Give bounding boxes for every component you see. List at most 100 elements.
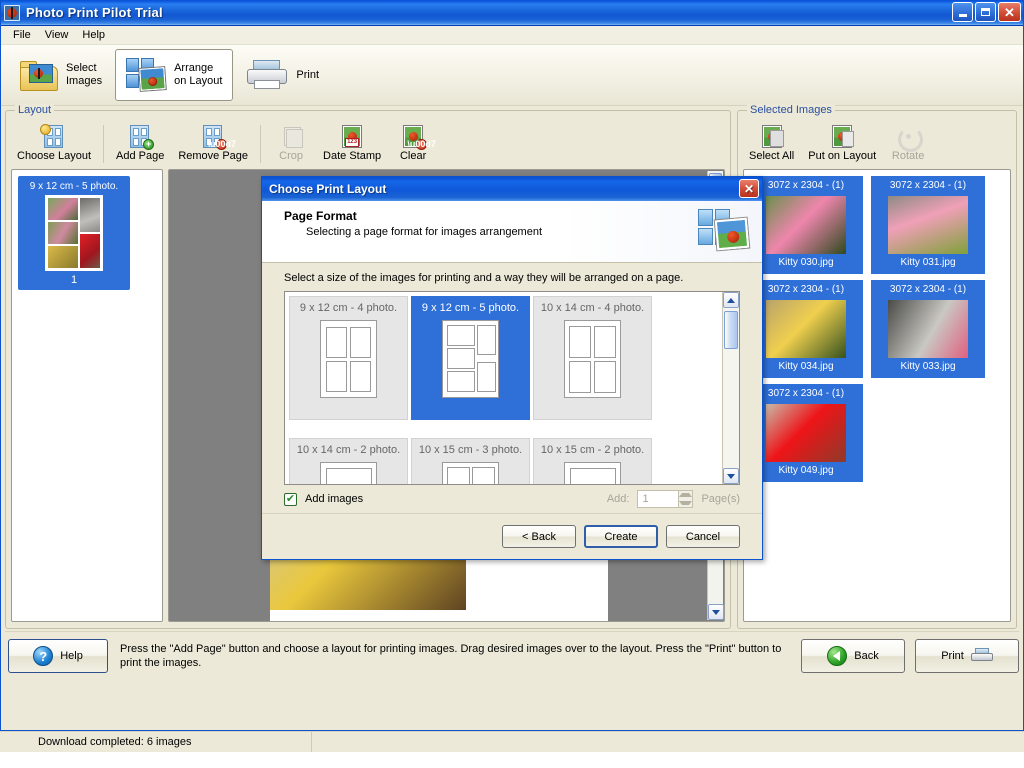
menu-item-help[interactable]: Help — [75, 27, 112, 43]
image-dimensions: 3072 x 2304 - (1) — [767, 284, 845, 295]
dialog-close-button[interactable]: ✕ — [739, 179, 759, 198]
clear-button[interactable]: \u00d7 Clear — [388, 123, 438, 164]
layout-toolbar: Choose Layout + Add Page \u00d7 Remove P… — [6, 121, 730, 169]
select-all-button[interactable]: Select All — [742, 123, 801, 164]
image-card[interactable]: 3072 x 2304 - (1) Kitty 033.jpg — [871, 280, 985, 378]
menu-item-file[interactable]: File — [6, 27, 38, 43]
folder-images-icon — [20, 59, 58, 91]
page-thumbnail-1[interactable]: 9 x 12 cm - 5 photo. 1 — [18, 176, 130, 290]
layout-option[interactable]: 10 x 14 cm - 2 photo. — [289, 438, 408, 484]
title-bar: Photo Print Pilot Trial ✕ — [1, 0, 1023, 26]
layout-option-label: 10 x 15 cm - 3 photo. — [418, 444, 523, 456]
add-page-icon: + — [127, 125, 155, 150]
printer-icon — [246, 59, 288, 91]
choose-layout-icon — [40, 124, 67, 149]
layout-option[interactable]: 9 x 12 cm - 4 photo. — [289, 296, 408, 420]
layout-option[interactable]: 10 x 15 cm - 3 photo. — [411, 438, 530, 484]
pages-panel[interactable]: 9 x 12 cm - 5 photo. 1 — [11, 169, 163, 622]
image-card[interactable]: 3072 x 2304 - (1) Kitty 034.jpg — [749, 280, 863, 378]
image-filename: Kitty 034.jpg — [778, 361, 834, 372]
layout-preview — [442, 462, 499, 484]
close-icon: ✕ — [743, 181, 755, 196]
image-filename: Kitty 031.jpg — [900, 257, 956, 268]
layout-list[interactable]: 9 x 12 cm - 4 photo. 9 x 12 cm - 5 photo… — [285, 292, 722, 484]
page-thumbnail-caption: 9 x 12 cm - 5 photo. — [29, 181, 119, 192]
canvas-scroll-down-button[interactable] — [708, 604, 724, 620]
scroll-down-button[interactable] — [723, 468, 739, 484]
help-button-label: Help — [60, 650, 83, 662]
back-button[interactable]: Back — [801, 639, 905, 673]
scrollbar-thumb[interactable] — [724, 311, 738, 349]
layout-preview — [442, 320, 499, 398]
put-on-layout-label: Put on Layout — [808, 150, 877, 162]
date-stamp-button[interactable]: 123 Date Stamp — [316, 123, 388, 164]
dialog-title: Choose Print Layout — [269, 182, 387, 196]
arrange-on-layout-button[interactable]: Arrange on Layout — [115, 49, 234, 101]
stepper-down-button[interactable] — [679, 499, 693, 507]
layout-preview — [564, 320, 621, 398]
maximize-button[interactable] — [975, 2, 996, 22]
help-button[interactable]: ? Help — [8, 639, 108, 673]
choose-layout-label: Choose Layout — [17, 150, 91, 162]
layout-option[interactable]: 10 x 14 cm - 4 photo. — [533, 296, 652, 420]
selected-images-toolbar: Select All Put on Layout Rotate — [738, 121, 1016, 169]
put-on-layout-button[interactable]: Put on Layout — [801, 123, 883, 164]
select-all-icon — [759, 125, 785, 149]
dialog-buttons: < Back Create Cancel — [262, 513, 762, 559]
selected-images-group: Selected Images Select All Put on Layout — [737, 104, 1017, 629]
close-button[interactable]: ✕ — [998, 2, 1021, 22]
add-images-checkbox[interactable]: ✔ — [284, 492, 297, 506]
layout-list-scrollbar[interactable] — [722, 292, 739, 484]
image-thumbnail — [766, 404, 846, 462]
cancel-button[interactable]: Cancel — [666, 525, 740, 548]
layout-option[interactable]: 9 x 12 cm - 5 photo. — [411, 296, 530, 420]
print-toolbar-button[interactable]: Print — [235, 49, 330, 101]
image-card[interactable]: 3072 x 2304 - (1) Kitty 030.jpg — [749, 176, 863, 274]
question-mark-icon: ? — [33, 646, 54, 666]
back-button-label: Back — [854, 650, 879, 662]
choose-layout-button[interactable]: Choose Layout — [10, 123, 98, 164]
add-page-label: Add Page — [116, 150, 165, 162]
selected-images-list[interactable]: 3072 x 2304 - (1) Kitty 030.jpg 3072 x 2… — [743, 169, 1011, 622]
select-all-label: Select All — [749, 150, 795, 162]
status-download: Download completed: 6 images — [0, 732, 312, 752]
menu-item-view[interactable]: View — [38, 27, 76, 43]
create-button[interactable]: Create — [584, 525, 658, 548]
image-dimensions: 3072 x 2304 - (1) — [889, 180, 967, 191]
select-images-button[interactable]: Select Images — [9, 49, 113, 101]
stepper-up-button[interactable] — [679, 491, 693, 499]
layout-option[interactable]: 10 x 15 cm - 2 photo. — [533, 438, 652, 484]
dialog-header-title: Page Format — [284, 209, 357, 223]
layout-preview — [564, 462, 621, 484]
dialog-header: Page Format Selecting a page format for … — [262, 201, 762, 263]
layout-preview — [320, 320, 377, 398]
scroll-up-button[interactable] — [723, 292, 739, 308]
add-pages-input[interactable]: 1 — [637, 490, 680, 508]
layout-option-label: 9 x 12 cm - 5 photo. — [421, 302, 520, 314]
layout-row: 10 x 14 cm - 2 photo. 10 x 15 cm - 3 pho… — [289, 438, 722, 484]
hint-text: Press the "Add Page" button and choose a… — [120, 643, 782, 669]
toolbar-separator — [103, 125, 104, 163]
page-sheet-preview — [45, 195, 103, 271]
choose-print-layout-dialog: Choose Print Layout ✕ Page Format Select… — [261, 176, 763, 560]
menu-bar: File View Help — [1, 26, 1023, 45]
main-toolbar: Select Images Arrange on Layout Print — [1, 45, 1023, 106]
crop-icon — [278, 125, 304, 149]
image-dimensions: 3072 x 2304 - (1) — [767, 180, 845, 191]
images-panels: 3072 x 2304 - (1) Kitty 030.jpg 3072 x 2… — [738, 169, 1016, 628]
image-card[interactable]: 3072 x 2304 - (1) Kitty 031.jpg — [871, 176, 985, 274]
printer-icon-small — [970, 648, 993, 664]
dialog-options-row: ✔ Add images Add: 1 Page(s) — [262, 485, 762, 513]
print-button[interactable]: Print — [915, 639, 1019, 673]
remove-page-button[interactable]: \u00d7 Remove Page — [171, 123, 255, 164]
layout-group-title: Layout — [15, 104, 55, 116]
toolbar-separator-2 — [260, 125, 262, 163]
print-toolbar-label: Print — [296, 68, 320, 81]
back-dialog-button[interactable]: < Back — [502, 525, 576, 548]
pages-unit-label: Page(s) — [701, 493, 740, 505]
layout-row: 9 x 12 cm - 4 photo. 9 x 12 cm - 5 photo… — [289, 296, 722, 420]
minimize-button[interactable] — [952, 2, 973, 22]
add-page-button[interactable]: + Add Page — [109, 123, 171, 164]
add-pages-stepper[interactable] — [679, 490, 694, 508]
image-card[interactable]: 3072 x 2304 - (1) Kitty 049.jpg — [749, 384, 863, 482]
